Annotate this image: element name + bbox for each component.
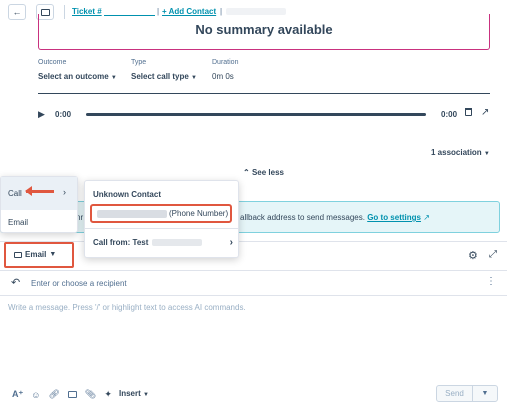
channel-menu-item-label: Call bbox=[8, 189, 22, 198]
open-external-button[interactable]: ↗ bbox=[481, 107, 489, 118]
phone-number-option[interactable]: (Phone Number) bbox=[90, 204, 232, 223]
channel-menu: Call › Email bbox=[0, 176, 78, 233]
channel-select-button[interactable]: Email ▼ bbox=[14, 250, 56, 259]
channel-menu-item-call[interactable]: Call › bbox=[1, 177, 77, 210]
caret-down-icon: ▼ bbox=[191, 75, 197, 81]
chevron-up-icon: ⌃ bbox=[243, 168, 250, 177]
channel-menu-item-label: Email bbox=[8, 217, 29, 227]
text-style-icon[interactable]: A⁺ bbox=[12, 389, 23, 400]
chevron-right-icon: › bbox=[229, 237, 233, 248]
outcome-value: Select an outcome bbox=[38, 72, 109, 81]
external-link-icon: ↗ bbox=[423, 213, 430, 222]
redacted-phone bbox=[97, 209, 167, 218]
caret-down-icon: ▼ bbox=[143, 392, 149, 398]
call-from-option[interactable]: Call from: Test › bbox=[93, 237, 233, 248]
divider bbox=[85, 228, 238, 229]
channel-menu-item-email[interactable]: Email bbox=[1, 210, 77, 234]
divider bbox=[0, 241, 507, 242]
ai-sparkle-icon[interactable]: ✦ bbox=[104, 389, 112, 400]
type-value: Select call type bbox=[131, 72, 189, 81]
duration-label: Duration bbox=[212, 59, 239, 66]
image-icon[interactable] bbox=[67, 391, 77, 398]
more-options-button[interactable]: ⋮ bbox=[486, 276, 496, 287]
channel-button-label: Email bbox=[25, 250, 47, 259]
audio-progress-bar[interactable] bbox=[86, 113, 426, 116]
caret-down-icon: ▼ bbox=[49, 251, 57, 258]
divider bbox=[0, 295, 507, 296]
message-placeholder: Write a message. Press '/' or highlight … bbox=[8, 303, 246, 312]
recipient-input[interactable]: Enter or choose a recipient bbox=[31, 279, 127, 288]
divider bbox=[0, 270, 507, 271]
phone-label: (Phone Number) bbox=[169, 209, 229, 218]
banner-message: allback address to send messages. bbox=[240, 213, 365, 222]
caret-down-icon: ▼ bbox=[110, 75, 117, 81]
recipient-placeholder: Enter or choose a recipient bbox=[31, 279, 127, 288]
reply-icon: ↶ bbox=[11, 277, 21, 289]
association-label: 1 association bbox=[431, 148, 482, 157]
see-less-label: See less bbox=[251, 168, 284, 177]
expand-icon: ⤢ bbox=[489, 249, 497, 260]
send-button[interactable]: Send bbox=[437, 386, 473, 401]
settings-button[interactable]: ⚙ bbox=[468, 249, 478, 262]
duration-value: 0m 0s bbox=[212, 72, 234, 81]
caret-down-icon: ▼ bbox=[483, 151, 490, 157]
outcome-select[interactable]: Select an outcome ▼ bbox=[38, 72, 117, 81]
insert-label: Insert bbox=[119, 389, 141, 398]
banner-text: allback address to send messages. Go to … bbox=[240, 213, 430, 222]
send-button-group: Send ▼ bbox=[436, 385, 498, 402]
divider-line bbox=[38, 93, 490, 94]
envelope-icon bbox=[14, 251, 22, 258]
delete-recording-button[interactable] bbox=[465, 108, 472, 119]
contact-menu-title: Unknown Contact bbox=[93, 190, 161, 199]
player-total-time: 0:00 bbox=[441, 110, 458, 119]
back-button[interactable]: ← bbox=[8, 4, 26, 20]
send-options-button[interactable]: ▼ bbox=[473, 386, 497, 401]
gear-icon: ⚙ bbox=[468, 250, 478, 262]
annotation-arrow-head-icon bbox=[25, 186, 32, 196]
formatting-toolbar: A⁺ ☺ 🔗︎ 📎︎ ✦ bbox=[12, 389, 112, 400]
message-editor[interactable]: Write a message. Press '/' or highlight … bbox=[8, 303, 498, 373]
type-label: Type bbox=[131, 59, 147, 66]
expand-button[interactable]: ⤢ bbox=[489, 249, 497, 260]
summary-box: No summary available bbox=[38, 14, 490, 50]
type-select[interactable]: Select call type ▼ bbox=[131, 72, 197, 81]
emoji-icon[interactable]: ☺ bbox=[31, 390, 40, 400]
player-current-time: 0:00 bbox=[55, 110, 72, 119]
caret-down-icon: ▼ bbox=[481, 390, 489, 397]
call-from-label: Call from: Test bbox=[93, 238, 149, 247]
go-to-settings-link[interactable]: Go to settings bbox=[367, 213, 421, 222]
association-dropdown[interactable]: 1 association ▼ bbox=[431, 148, 490, 157]
vertical-ellipsis-icon: ⋮ bbox=[486, 276, 496, 287]
insert-dropdown[interactable]: Insert ▼ bbox=[119, 389, 149, 398]
link-icon[interactable]: 🔗︎ bbox=[48, 389, 59, 400]
external-link-icon: ↗ bbox=[481, 107, 490, 118]
chevron-right-icon: › bbox=[63, 187, 66, 197]
contact-menu: Unknown Contact (Phone Number) Call from… bbox=[84, 180, 239, 258]
summary-text: No summary available bbox=[195, 22, 333, 37]
send-label: Send bbox=[445, 389, 464, 398]
attachment-icon[interactable]: 📎︎ bbox=[85, 389, 96, 400]
redacted-number bbox=[152, 239, 203, 246]
play-icon: ▶ bbox=[38, 109, 45, 119]
arrow-left-icon: ← bbox=[12, 7, 22, 17]
play-button[interactable]: ▶ bbox=[38, 109, 45, 120]
see-less-toggle[interactable]: ⌃ See less bbox=[243, 168, 284, 177]
outcome-label: Outcome bbox=[38, 59, 67, 66]
trash-icon bbox=[465, 108, 472, 116]
